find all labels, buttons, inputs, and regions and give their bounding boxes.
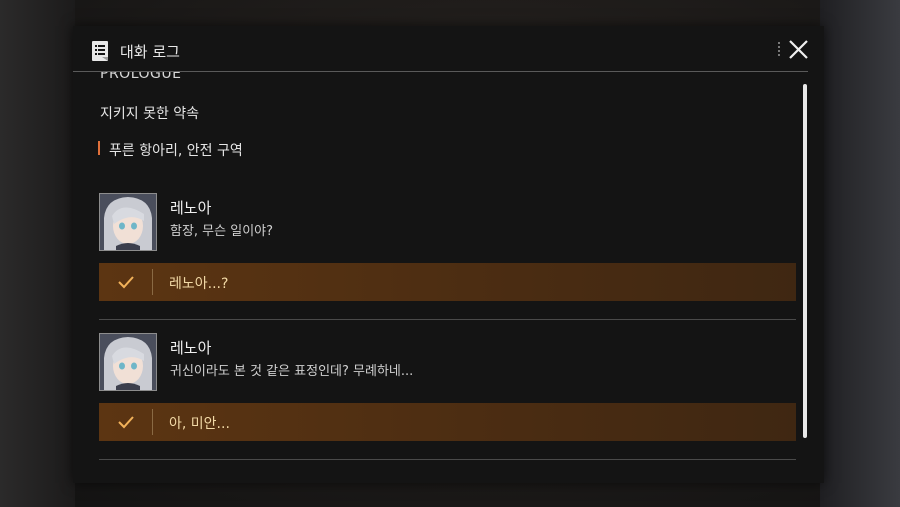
dialogue-text: 함장, 무슨 일이야?	[170, 224, 274, 239]
background-left	[0, 0, 75, 507]
dialogue-text: 귀신이라도 본 것 같은 표정인데? 무례하네...	[170, 364, 414, 379]
choice-label: 아, 미안...	[169, 416, 230, 432]
log-content: PROLOGUE 지키지 못한 약속 푸른 항아리, 안전 구역 레노아 함장,…	[73, 72, 824, 483]
log-document-icon	[92, 41, 108, 61]
speaker-avatar	[99, 333, 157, 391]
choice-separator	[152, 269, 153, 295]
location-marker	[98, 141, 100, 155]
speaker-avatar	[99, 193, 157, 251]
background-right	[820, 0, 900, 507]
selected-choice[interactable]: 아, 미안...	[99, 403, 796, 441]
chapter-label: PROLOGUE	[100, 72, 182, 82]
choice-separator	[152, 409, 153, 435]
dialogue-log-panel: 대화 로그 PROLOGUE 지키지 못한 약속 푸른 항아리, 안전 구역 레…	[73, 26, 824, 483]
speaker-name: 레노아	[170, 199, 212, 217]
speaker-name: 레노아	[170, 339, 212, 357]
entry-divider	[99, 459, 796, 460]
character-portrait	[100, 334, 156, 390]
close-icon[interactable]	[777, 37, 811, 63]
choice-label: 레노아...?	[169, 276, 229, 292]
panel-title: 대화 로그	[120, 43, 180, 61]
character-portrait	[100, 194, 156, 250]
check-icon	[118, 276, 134, 289]
episode-title: 지키지 못한 약속	[100, 106, 200, 122]
location-label: 푸른 항아리, 안전 구역	[109, 143, 243, 159]
panel-header: 대화 로그	[73, 26, 824, 72]
log-scrollbar[interactable]	[803, 84, 807, 438]
entry-divider	[99, 319, 796, 320]
selected-choice[interactable]: 레노아...?	[99, 263, 796, 301]
check-icon	[118, 416, 134, 429]
